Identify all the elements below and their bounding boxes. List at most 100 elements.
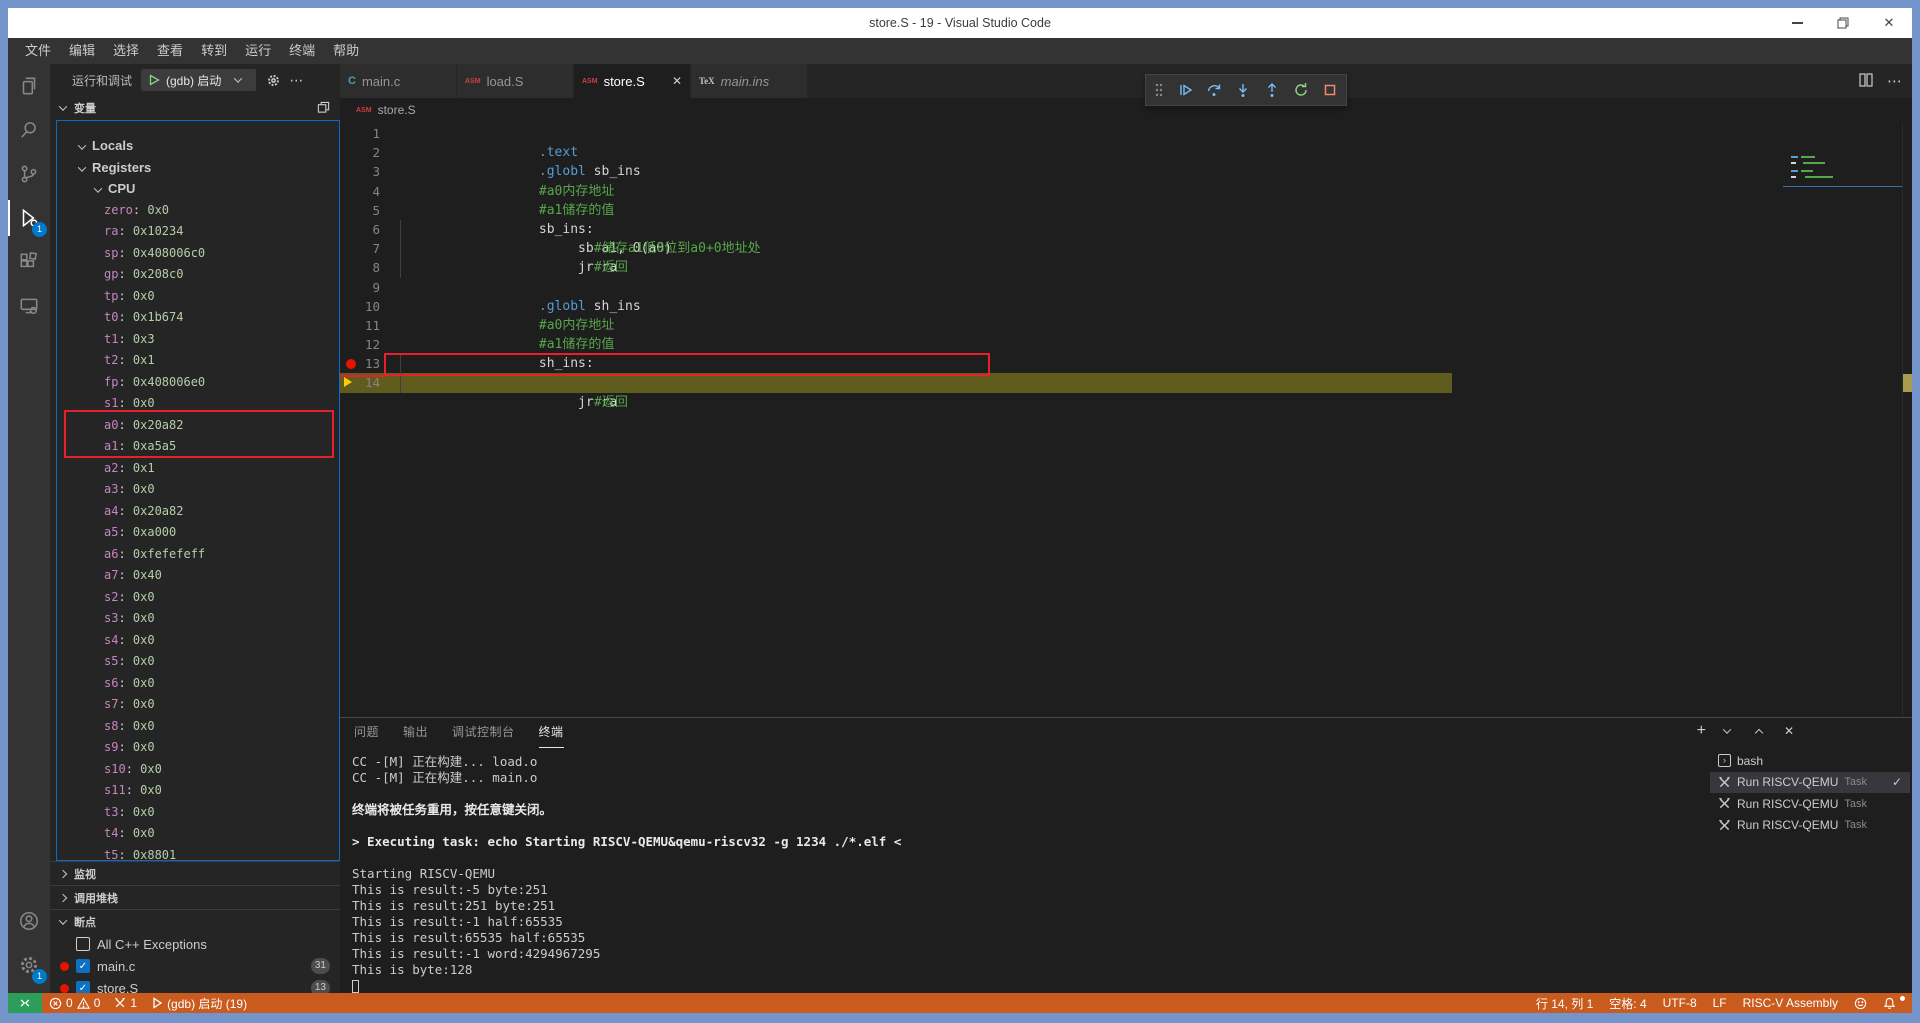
gutter[interactable]: 3 — [340, 162, 398, 181]
remote-indicator[interactable] — [8, 993, 42, 1013]
terminal-list-item[interactable]: › bash ✓ — [1710, 750, 1910, 772]
explorer-icon[interactable] — [8, 64, 50, 108]
menu-item[interactable]: 选择 — [104, 38, 148, 64]
debug-session-status[interactable]: (gdb) 启动 (19) — [144, 995, 254, 1012]
feedback-icon[interactable] — [1846, 997, 1875, 1010]
tree-group-row[interactable]: Registers — [57, 157, 339, 179]
terminal-list-item[interactable]: › Run RISCV-QEMU Task ✓ — [1710, 815, 1910, 837]
gutter[interactable]: 10 — [340, 297, 398, 316]
editor-tab[interactable]: TeX main.ins ✕ — [691, 64, 808, 98]
indentation-setting[interactable]: 空格: 4 — [1601, 995, 1654, 1012]
breakpoint-row[interactable]: All C++ Exceptions — [50, 933, 340, 955]
register-row[interactable]: s7: 0x0 — [57, 694, 339, 716]
continue-icon[interactable] — [1177, 82, 1193, 98]
menu-item[interactable]: 查看 — [148, 38, 192, 64]
menu-item[interactable]: 转到 — [192, 38, 236, 64]
register-row[interactable]: s9: 0x0 — [57, 737, 339, 759]
register-row[interactable]: gp: 0x208c0 — [57, 264, 339, 286]
menu-item[interactable]: 帮助 — [324, 38, 368, 64]
register-row[interactable]: s6: 0x0 — [57, 673, 339, 695]
gutter[interactable]: 11 — [340, 316, 398, 335]
debug-settings-gear-icon[interactable] — [266, 73, 281, 88]
run-and-debug-icon[interactable]: 1 — [8, 196, 50, 240]
register-row[interactable]: t1: 0x3 — [57, 329, 339, 351]
close-button[interactable]: ✕ — [1866, 8, 1912, 38]
register-row[interactable]: a7: 0x40 — [57, 565, 339, 587]
cursor-position[interactable]: 行 14, 列 1 — [1528, 995, 1601, 1012]
more-actions-icon[interactable]: ⋯ — [289, 72, 304, 89]
restart-icon[interactable] — [1293, 82, 1309, 98]
code-line[interactable]: 5 sb_ins: — [340, 201, 1912, 220]
gutter[interactable]: 7 — [340, 239, 398, 258]
tree-group-row[interactable]: Locals — [57, 135, 339, 157]
register-row[interactable]: s2: 0x0 — [57, 587, 339, 609]
account-icon[interactable] — [8, 899, 50, 943]
register-row[interactable]: s8: 0x0 — [57, 716, 339, 738]
editor-tab[interactable]: ASM load.S ✕ — [457, 64, 574, 98]
menu-item[interactable]: 运行 — [236, 38, 280, 64]
register-row[interactable]: zero: 0x0 — [57, 200, 339, 222]
register-row[interactable]: tp: 0x0 — [57, 286, 339, 308]
problems-status[interactable]: 0 0 — [42, 996, 107, 1010]
register-row[interactable]: a3: 0x0 — [57, 479, 339, 501]
code-line[interactable]: 10 #a0内存地址 — [340, 297, 1912, 316]
gutter[interactable]: 5 — [340, 201, 398, 220]
code-line[interactable]: 3 #a0内存地址 — [340, 162, 1912, 181]
terminal-dropdown-icon[interactable] — [1720, 728, 1738, 734]
search-icon[interactable] — [8, 108, 50, 152]
register-row[interactable]: s5: 0x0 — [57, 651, 339, 673]
watch-section-header[interactable]: 监视 — [50, 861, 340, 885]
gutter[interactable]: 6 — [340, 220, 398, 239]
variables-section-header[interactable]: 变量 — [50, 96, 340, 120]
minimize-button[interactable] — [1774, 8, 1820, 38]
code-line[interactable]: 1 .text — [340, 124, 1912, 143]
language-mode[interactable]: RISC-V Assembly — [1735, 996, 1846, 1010]
register-row[interactable]: t2: 0x1 — [57, 350, 339, 372]
register-row[interactable]: t3: 0x0 — [57, 802, 339, 824]
notifications-bell-icon[interactable] — [1875, 997, 1904, 1010]
panel-tab[interactable]: 终端 — [539, 723, 564, 748]
menu-item[interactable]: 终端 — [280, 38, 324, 64]
register-row[interactable]: a1: 0xa5a5 — [57, 436, 339, 458]
terminal-list-item[interactable]: › Run RISCV-QEMU Task ✓ — [1710, 772, 1910, 794]
register-row[interactable]: a4: 0x20a82 — [57, 501, 339, 523]
editor-tab[interactable]: ASM store.S ✕ — [574, 64, 691, 98]
gutter[interactable]: 12 — [340, 335, 398, 354]
step-out-icon[interactable] — [1264, 82, 1280, 98]
register-row[interactable]: s10: 0x0 — [57, 759, 339, 781]
close-tab-icon[interactable]: ✕ — [672, 74, 682, 88]
register-row[interactable]: a2: 0x1 — [57, 458, 339, 480]
code-line[interactable]: 6 sb a1, 0(a0)#储存a1低8位到a0+0地址处 — [340, 220, 1912, 239]
minimap[interactable] — [1783, 126, 1903, 261]
register-row[interactable]: a6: 0xfefefeff — [57, 544, 339, 566]
breakpoint-row[interactable]: main.c 31 — [50, 955, 340, 977]
gutter[interactable]: 9 — [340, 278, 398, 297]
gutter[interactable]: 1 — [340, 124, 398, 143]
breakpoint-checkbox[interactable] — [76, 937, 90, 951]
encoding-setting[interactable]: UTF-8 — [1655, 996, 1705, 1010]
breakpoints-section-header[interactable]: 断点 — [50, 909, 340, 933]
start-debug-icon[interactable] — [148, 74, 160, 86]
editor-tab[interactable]: C main.c ✕ — [340, 64, 457, 98]
remote-explorer-icon[interactable] — [8, 284, 50, 328]
menu-item[interactable]: 文件 — [16, 38, 60, 64]
breakpoint-dot-icon[interactable] — [346, 359, 356, 369]
gutter[interactable]: 8 — [340, 258, 398, 277]
code-line[interactable]: 8 — [340, 258, 1912, 277]
register-row[interactable]: t5: 0x8801 — [57, 845, 339, 862]
close-panel-icon[interactable]: ✕ — [1784, 724, 1794, 738]
restore-button[interactable] — [1820, 8, 1866, 38]
register-row[interactable]: ra: 0x10234 — [57, 221, 339, 243]
terminal-output[interactable]: CC -[M] 正在构建... load.o CC -[M] 正在构建... m… — [352, 754, 1702, 993]
register-row[interactable]: t0: 0x1b674 — [57, 307, 339, 329]
terminal-list-item[interactable]: › Run RISCV-QEMU Task ✓ — [1710, 793, 1910, 815]
code-line[interactable]: 12 sh_ins: — [340, 335, 1912, 354]
register-row[interactable]: s3: 0x0 — [57, 608, 339, 630]
register-row[interactable]: s4: 0x0 — [57, 630, 339, 652]
running-tasks-status[interactable]: 1 — [107, 996, 144, 1010]
code-line[interactable]: 11 #a1储存的值 — [340, 316, 1912, 335]
code-line[interactable]: 4 #a1储存的值 — [340, 182, 1912, 201]
panel-tab[interactable]: 调试控制台 — [452, 723, 515, 748]
register-row[interactable]: a0: 0x20a82 — [57, 415, 339, 437]
eol-setting[interactable]: LF — [1705, 996, 1735, 1010]
